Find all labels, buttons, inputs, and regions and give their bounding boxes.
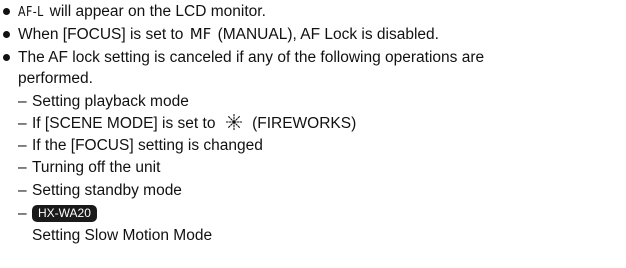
sub-item-focus-changed: – If the [FOCUS] setting is changed — [18, 137, 263, 154]
sub-item-scene-mode: – If [SCENE MODE] is set to (FIREWORKS) — [18, 113, 356, 137]
bullet-text: When [FOCUS] is set to MF (MANUAL), AF L… — [18, 25, 439, 43]
bullet-text: AF-L will appear on the LCD monitor. — [18, 1, 266, 23]
manual-page: AF-L will appear on the LCD monitor. Whe… — [0, 0, 626, 268]
sub-item-slow-motion: Setting Slow Motion Mode — [32, 227, 213, 244]
mf-indicator: MF — [189, 25, 212, 43]
bullet-af-l: AF-L will appear on the LCD monitor. — [3, 1, 266, 23]
sub-item-standby: – Setting standby mode — [18, 182, 182, 199]
bullet-focus-mf: When [FOCUS] is set to MF (MANUAL), AF L… — [3, 24, 439, 45]
fireworks-icon — [224, 113, 244, 137]
bullet-text-line2: performed. — [18, 70, 93, 87]
bullet-dot — [3, 31, 10, 38]
sub-item-turning-off: – Turning off the unit — [18, 159, 161, 176]
af-l-indicator: AF-L — [18, 5, 44, 20]
bullet-af-lock-canceled: The AF lock setting is canceled if any o… — [3, 47, 484, 89]
bullet-dot — [3, 54, 10, 61]
sub-item-hx-wa20: – HX-WA20 — [18, 203, 97, 224]
sub-item-playback: – Setting playback mode — [18, 93, 189, 110]
model-badge: HX-WA20 — [32, 205, 97, 222]
bullet-dot — [3, 8, 10, 15]
bullet-text-line1: The AF lock setting is canceled if any o… — [18, 49, 485, 66]
